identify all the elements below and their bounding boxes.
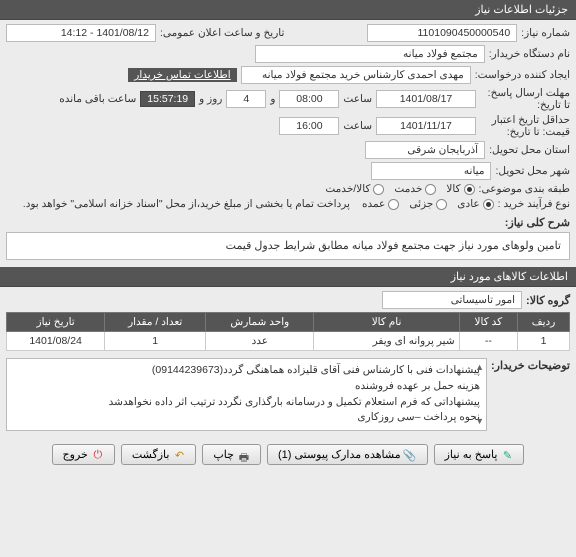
items-header-title: اطلاعات کالاهای مورد نیاز [451,271,568,283]
table-row[interactable]: 1 -- شیر پروانه ای ویفر عدد 1 1401/08/24 [7,332,570,351]
category-label: طبقه بندی موضوعی: [479,183,570,195]
items-section-header: اطلاعات کالاهای مورد نیاز [0,267,576,287]
note-line: نحوه پرداخت –سی روزکاری [13,410,480,426]
desc-box: تامین ولوهای مورد نیاز جهت مجتمع فولاد م… [6,232,570,260]
radio-khadamat-label: خدمت [394,183,422,195]
table-header-row: ردیف کد کالا نام کالا واحد شمارش تعداد /… [7,313,570,332]
cell-name: شیر پروانه ای ویفر [314,332,459,351]
th-unit: واحد شمارش [206,313,314,332]
deadline-label: حداقل تاریخ اعتبار قیمت: تا تاریخ: [480,114,570,138]
radio-icon [373,184,384,195]
note-line: پیشنهادات فنی با کارشناس فنی آقای قلیزاد… [13,363,480,379]
radio-both-label: کالا/خدمت [325,183,370,195]
reply-time: 08:00 [279,90,339,108]
radio-icon [425,184,436,195]
reply-date: 1401/08/17 [376,90,476,108]
creator-label: ایجاد کننده درخواست: [475,69,570,81]
group-label: گروه کالا: [526,294,570,307]
days-value: 4 [226,90,266,108]
exit-button[interactable]: ⏻ خروج [52,444,115,465]
back-button[interactable]: ↶ بازگشت [121,444,197,465]
reply-button[interactable]: ✎ پاسخ به نیاز [434,444,525,465]
buyer-label: نام دستگاه خریدار: [489,48,570,60]
radio-omde-label: عمده [362,198,385,210]
cell-unit: عدد [206,332,314,351]
rooz-va-label: روز و [199,93,222,105]
buyer-value: مجتمع فولاد میانه [255,45,485,63]
th-date: تاریخ نیاز [7,313,105,332]
print-button-label: چاپ [213,448,234,461]
note-line: پیشنهاداتی که فرم استعلام تکمیل و درساما… [13,395,480,411]
deadline-date: 1401/11/17 [376,117,476,135]
attachments-button[interactable]: 📎 مشاهده مدارک پیوستی (1) [267,444,428,465]
process-label: نوع فرآیند خرید : [498,198,570,210]
need-no-value: 1101090450000540 [367,24,517,42]
items-table: ردیف کد کالا نام کالا واحد شمارش تعداد /… [6,312,570,351]
radio-adi[interactable]: عادی [457,198,493,210]
radio-omde[interactable]: عمده [362,198,399,210]
city-label: شهر محل تحویل: [495,165,570,177]
print-button[interactable]: 🖶 چاپ [202,444,261,465]
category-radio-group: کالا خدمت کالا/خدمت [325,183,474,195]
process-radio-group: عادی جزئی عمده [362,198,494,210]
back-button-label: بازگشت [132,448,170,461]
desc-label: شرح کلی نیاز: [505,216,570,229]
reply-deadline-label: مهلت ارسال پاسخ: تا تاریخ: [480,87,570,111]
deadline-time: 16:00 [279,117,339,135]
announce-label: تاریخ و ساعت اعلان عمومی: [160,27,284,39]
radio-khadamat[interactable]: خدمت [394,183,436,195]
th-name: نام کالا [314,313,459,332]
notes-label: توضیحات خریدار: [491,355,570,372]
province-label: استان محل تحویل: [489,144,570,156]
radio-jozei[interactable]: جزئی [409,198,447,210]
cell-code: -- [459,332,517,351]
cell-qty: 1 [105,332,206,351]
chevron-down-icon[interactable]: ▼ [475,415,484,429]
province-value: آذربایجان شرقی [365,141,485,159]
print-icon: 🖶 [238,449,250,461]
button-bar: ✎ پاسخ به نیاز 📎 مشاهده مدارک پیوستی (1)… [0,438,576,471]
countdown-value: 15:57:19 [140,91,195,107]
radio-kala[interactable]: کالا [446,183,474,195]
radio-icon [436,199,447,210]
need-no-label: شماره نیاز: [521,27,570,39]
chevron-up-icon[interactable]: ▲ [475,361,484,375]
form-area: شماره نیاز: 1101090450000540 تاریخ و ساع… [0,20,576,267]
payment-note: پرداخت تمام یا بخشی از مبلغ خرید،از محل … [23,198,350,210]
notes-box: ▲ ▼ پیشنهادات فنی با کارشناس فنی آقای قل… [6,358,487,431]
reply-icon: ✎ [501,449,513,461]
exit-icon: ⏻ [92,449,104,461]
radio-icon [388,199,399,210]
page-header: جزئیات اطلاعات نیاز [0,0,576,20]
page-title: جزئیات اطلاعات نیاز [475,4,568,16]
radio-icon [483,199,494,210]
th-idx: ردیف [518,313,570,332]
note-line: هزینه حمل بر عهده فروشنده [13,379,480,395]
contact-info-link[interactable]: اطلاعات تماس خریدار [128,68,236,82]
reply-button-label: پاسخ به نیاز [445,448,498,461]
city-value: میانه [371,162,491,180]
radio-adi-label: عادی [457,198,479,210]
attachments-button-label: مشاهده مدارک پیوستی (1) [278,448,401,461]
attachment-icon: 📎 [405,449,417,461]
remain-label: ساعت باقی مانده [59,93,136,105]
radio-jozei-label: جزئی [409,198,433,210]
va-label: و [270,93,275,105]
announce-value: 1401/08/12 - 14:12 [6,24,156,42]
cell-date: 1401/08/24 [7,332,105,351]
th-code: کد کالا [459,313,517,332]
radio-kala-label: کالا [446,183,460,195]
exit-button-label: خروج [63,448,88,461]
saat-label-1: ساعت [343,120,372,132]
saat-label-2: ساعت [343,93,372,105]
desc-text: تامین ولوهای مورد نیاز جهت مجتمع فولاد م… [226,240,561,252]
radio-both[interactable]: کالا/خدمت [325,183,384,195]
cell-idx: 1 [518,332,570,351]
radio-icon [464,184,475,195]
creator-value: مهدی احمدی کارشناس خرید مجتمع فولاد میان… [241,66,471,84]
group-value: امور تاسیساتی [382,291,522,309]
items-area: گروه کالا: امور تاسیساتی ردیف کد کالا نا… [0,287,576,438]
th-qty: تعداد / مقدار [105,313,206,332]
back-icon: ↶ [173,449,185,461]
